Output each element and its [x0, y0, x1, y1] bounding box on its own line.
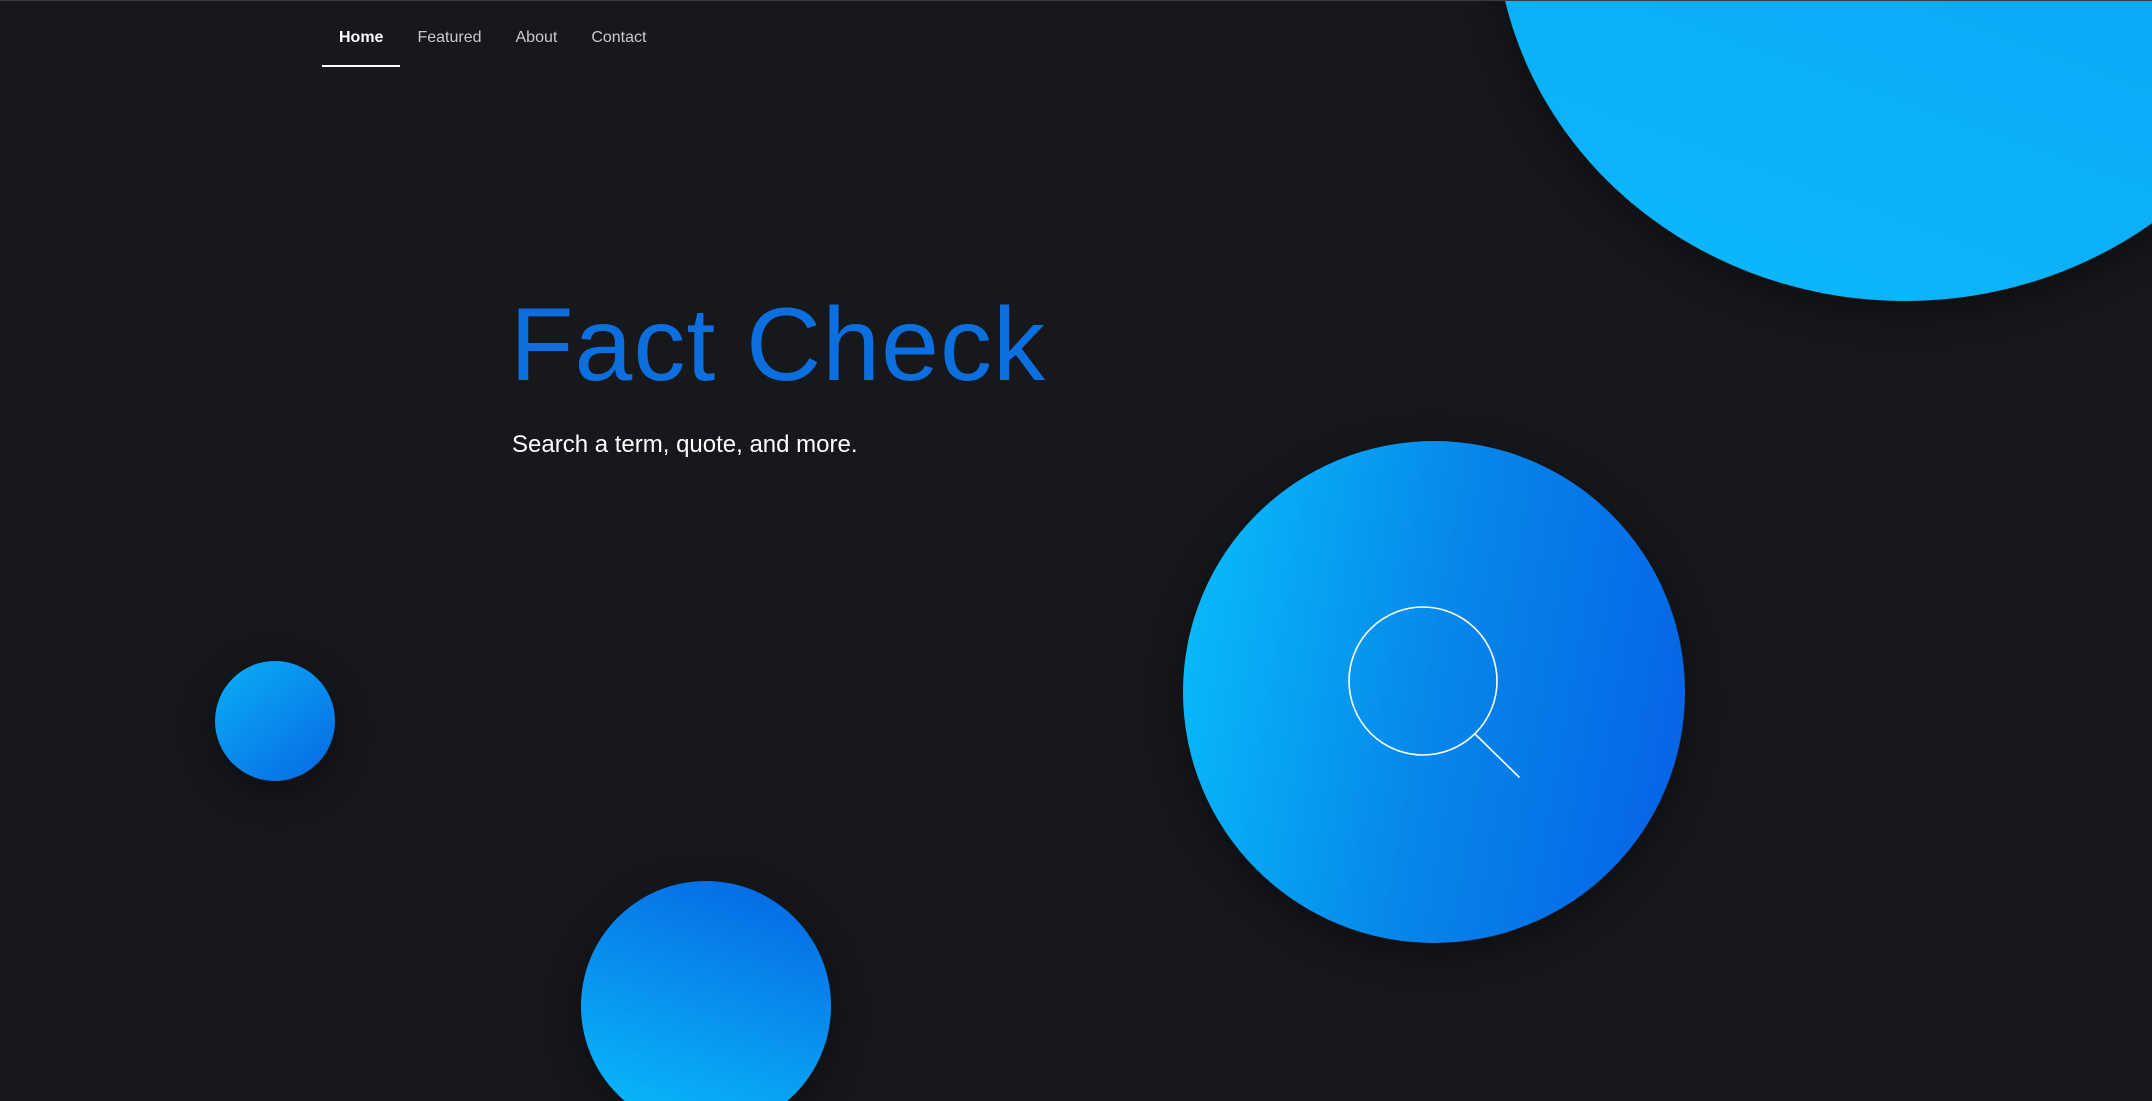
page-subtitle: Search a term, quote, and more. [512, 431, 858, 458]
top-nav: Home Featured About Contact [322, 25, 663, 67]
page-title: Fact Check [510, 287, 1046, 403]
nav-item-home[interactable]: Home [322, 25, 401, 67]
page: Home Featured About Contact Fact Check S… [0, 0, 2152, 1101]
decorative-circle-small [215, 661, 335, 781]
decorative-circle-bottom [581, 881, 831, 1101]
decorative-circle-top-right [1495, 1, 2152, 301]
nav-item-contact[interactable]: Contact [574, 25, 663, 67]
nav-item-about[interactable]: About [499, 25, 575, 67]
search-icon[interactable] [1345, 605, 1525, 785]
nav-item-featured[interactable]: Featured [400, 25, 498, 67]
